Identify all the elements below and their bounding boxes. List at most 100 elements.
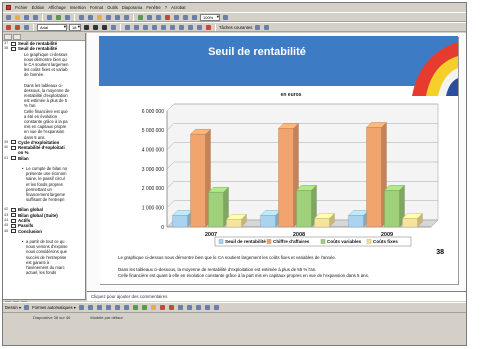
chart-bar[interactable] bbox=[314, 212, 335, 228]
align-right-icon[interactable] bbox=[142, 24, 149, 31]
menu-format[interactable]: Format bbox=[90, 5, 103, 10]
cut-icon[interactable] bbox=[78, 14, 85, 21]
clipart-icon[interactable] bbox=[141, 304, 148, 311]
chart-bar[interactable] bbox=[278, 122, 299, 228]
chart-bar[interactable] bbox=[172, 209, 193, 228]
expand-all-icon[interactable] bbox=[173, 14, 180, 21]
oval-icon[interactable] bbox=[105, 304, 112, 311]
copy-icon[interactable] bbox=[87, 14, 94, 21]
menu-diaporama[interactable]: Diaporama bbox=[122, 5, 142, 10]
chart-bar[interactable] bbox=[260, 209, 281, 228]
insert-picture-icon[interactable] bbox=[164, 14, 171, 21]
chart-bar[interactable] bbox=[384, 184, 405, 228]
chart-bar[interactable] bbox=[402, 212, 423, 228]
chart-bar[interactable] bbox=[366, 121, 387, 228]
line-color-icon[interactable] bbox=[159, 304, 166, 311]
menu-fenetre[interactable]: Fenêtre bbox=[146, 5, 160, 10]
save-icon[interactable] bbox=[23, 14, 30, 21]
acrobat-email-icon[interactable] bbox=[14, 24, 21, 31]
outline-text[interactable]: Celle financière est que a été en évolut… bbox=[3, 109, 85, 140]
print-icon[interactable] bbox=[46, 14, 53, 21]
rectangle-icon[interactable] bbox=[96, 304, 103, 311]
format-painter-icon[interactable] bbox=[105, 14, 112, 21]
menu-affichage[interactable]: Affichage bbox=[48, 5, 65, 10]
tasks-button[interactable]: Tâches courantes bbox=[219, 25, 252, 30]
increase-indent-icon[interactable] bbox=[196, 24, 203, 31]
font-color-icon[interactable] bbox=[205, 24, 212, 31]
outline-pane[interactable]: 37 Seuil de rentabilité 38 Seuil de rent… bbox=[3, 33, 86, 299]
undo-icon[interactable] bbox=[114, 14, 121, 21]
bold-icon[interactable] bbox=[83, 24, 90, 31]
grayscale-icon[interactable] bbox=[191, 14, 198, 21]
line-icon[interactable] bbox=[78, 304, 85, 311]
insert-chart-icon[interactable] bbox=[137, 14, 144, 21]
slide-caption-2[interactable]: Dans les tableaux ci-dessous, la moyenne… bbox=[118, 267, 418, 272]
italic-icon[interactable] bbox=[92, 24, 99, 31]
draw-menu[interactable]: Dessin ▾ bbox=[5, 305, 21, 310]
notes-pane[interactable]: Cliquez pour ajouter des commentaires bbox=[87, 291, 466, 301]
outline-text[interactable]: Dans les tableaux ci- dessous, la moyenn… bbox=[3, 83, 85, 109]
design-icon[interactable] bbox=[254, 24, 261, 31]
select-arrow-icon[interactable] bbox=[23, 304, 30, 311]
show-formatting-icon[interactable] bbox=[182, 14, 189, 21]
acrobat-pdf-icon[interactable] bbox=[5, 24, 12, 31]
new-icon[interactable] bbox=[5, 14, 12, 21]
dash-style-icon[interactable] bbox=[186, 304, 193, 311]
chart-bar[interactable] bbox=[296, 184, 317, 228]
tab-outline[interactable] bbox=[4, 34, 12, 40]
menu-help[interactable]: ? bbox=[165, 5, 167, 10]
help-icon[interactable] bbox=[222, 14, 229, 21]
line-style-icon[interactable] bbox=[177, 304, 184, 311]
decrease-font-icon[interactable] bbox=[178, 24, 185, 31]
menu-insertion[interactable]: Insertion bbox=[70, 5, 86, 10]
slide-editing-area[interactable]: Seuil de rentabilité en euros 0 1 000 000 2… bbox=[87, 33, 466, 291]
align-left-icon[interactable] bbox=[124, 24, 131, 31]
align-center-icon[interactable] bbox=[133, 24, 140, 31]
menu-outils[interactable]: Outils bbox=[107, 5, 118, 10]
outline-bullet[interactable]: Le compte de bilan no présente une écono… bbox=[3, 166, 85, 202]
chart-bar[interactable] bbox=[226, 213, 247, 228]
permission-icon[interactable] bbox=[32, 14, 39, 21]
preview-icon[interactable] bbox=[55, 14, 62, 21]
3d-style-icon[interactable] bbox=[213, 304, 220, 311]
font-size-select[interactable]: 18 bbox=[69, 23, 81, 31]
spelling-icon[interactable] bbox=[64, 14, 71, 21]
fill-color-icon[interactable] bbox=[150, 304, 157, 311]
increase-font-icon[interactable] bbox=[169, 24, 176, 31]
shadow-style-icon[interactable] bbox=[204, 304, 211, 311]
arrow-icon[interactable] bbox=[87, 304, 94, 311]
font-color-draw-icon[interactable] bbox=[168, 304, 175, 311]
slide[interactable]: Seuil de rentabilité en euros 0 1 000 000 2… bbox=[99, 36, 458, 284]
open-icon[interactable] bbox=[14, 14, 21, 21]
wordart-icon[interactable] bbox=[123, 304, 130, 311]
underline-icon[interactable] bbox=[101, 24, 108, 31]
menu-acrobat[interactable]: Acrobat bbox=[171, 5, 185, 10]
autoshapes-menu[interactable]: Formes automatiques ▾ bbox=[32, 305, 76, 310]
chart-bar[interactable] bbox=[190, 128, 211, 228]
chart-bar[interactable] bbox=[208, 186, 229, 228]
revenue-chart[interactable]: en euros 0 1 000 000 2 000 000 3 000 000 4 00… bbox=[99, 86, 458, 254]
bullets-icon[interactable] bbox=[160, 24, 167, 31]
numbering-icon[interactable] bbox=[151, 24, 158, 31]
slide-caption-1[interactable]: Le graphique ci-dessus nous démontre bie… bbox=[118, 255, 418, 260]
outline-text[interactable]: Le graphique ci-dessus nous démontre bie… bbox=[3, 52, 85, 78]
slide-title[interactable]: Seuil de rentabilité bbox=[99, 46, 415, 58]
paste-icon[interactable] bbox=[96, 14, 103, 21]
textbox-icon[interactable] bbox=[114, 304, 121, 311]
acrobat-review-icon[interactable] bbox=[23, 24, 30, 31]
tables-borders-icon[interactable] bbox=[155, 14, 162, 21]
slide-caption-3[interactable]: Celle financière est quant à elle en évo… bbox=[118, 273, 418, 278]
outline-bullet[interactable]: a partir de tout ce qu nous venons d'exp… bbox=[3, 239, 85, 275]
menu-edition[interactable]: Édition bbox=[32, 5, 45, 10]
decrease-indent-icon[interactable] bbox=[187, 24, 194, 31]
insert-table-icon[interactable] bbox=[146, 14, 153, 21]
shadow-icon[interactable] bbox=[110, 24, 117, 31]
outline-item[interactable]: 40 Rentabilité d'exploitati on % bbox=[3, 145, 85, 156]
redo-icon[interactable] bbox=[123, 14, 130, 21]
diagram-icon[interactable] bbox=[132, 304, 139, 311]
tab-slides[interactable] bbox=[13, 34, 21, 40]
font-select[interactable]: Arial bbox=[37, 23, 67, 31]
chart-bar[interactable] bbox=[348, 209, 369, 228]
arrow-style-icon[interactable] bbox=[195, 304, 202, 311]
zoom-select[interactable]: 100% bbox=[200, 13, 220, 21]
